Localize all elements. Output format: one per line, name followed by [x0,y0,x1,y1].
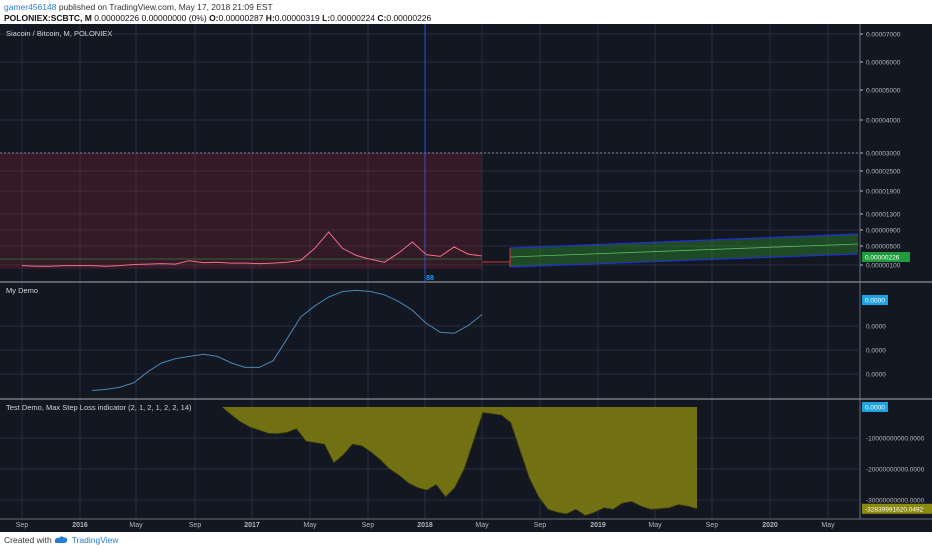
x-tick-label: Sep [706,522,719,529]
pane-title: Siacoin / Bitcoin, M, POLONIEX [6,29,112,38]
y-tick-label: 0.0000 [866,348,886,355]
close-label: C: [375,13,387,23]
y-tick-label: 0.00006000 [866,60,901,67]
pane-title: Test Demo, Max Step Loss indicator (2, 1… [6,403,192,412]
close-value: 0.00000226 [386,13,432,23]
x-tick-label: 2018 [417,522,433,529]
y-tick-label: 0.00000900 [866,228,901,235]
y-tick-label: 0.00000500 [866,244,901,251]
y-tick-label: 0.00001900 [866,189,901,196]
y-tick-label: 0.00002500 [866,169,901,176]
red-zone [0,153,482,269]
x-tick-label: Sep [362,522,375,529]
y-tick-label: 0.00001300 [866,212,901,219]
x-tick-label: May [648,522,662,529]
y-tick-label: 0.00000100 [866,263,901,270]
low-label: L: [319,13,331,23]
chart-canvas[interactable]: Sep 2016 May Sep 2017 May Sep 2018 May Sep 2019 May… [0,24,932,532]
pane-title: My Demo [6,286,38,295]
x-tick-label: 2017 [244,522,260,529]
x-tick-label: May [821,522,835,529]
y-tick-label: 0.0000 [866,324,886,331]
author-link[interactable]: gamer456148 [4,2,56,12]
y-tick-label: 0.00007000 [866,32,901,39]
created-with-text: Created with [4,535,52,545]
current-value-label: -32839991620.0492 [865,506,924,513]
high-label: H: [263,13,275,23]
y-tick-label: 0.00003000 [866,151,901,158]
bar-marker: 88 [426,275,434,282]
x-tick-label: 2016 [72,522,88,529]
published-text: published on TradingView.com, May 17, 20… [56,2,273,12]
x-tick-label: May [303,522,317,529]
x-tick-label: 2019 [590,522,606,529]
open-value: 0.00000287 [218,13,264,23]
x-tick-label: Sep [189,522,202,529]
tradingview-link[interactable]: TradingView [72,535,119,545]
low-value: 0.00000224 [330,13,376,23]
open-label: O: [209,13,219,23]
x-tick-label: 2020 [762,522,778,529]
zero-label: 0.0000 [865,405,885,412]
symbol-label: POLONIEX:SCBTC, M [4,13,92,23]
tradingview-cloud-icon [54,536,68,543]
high-value: 0.00000319 [274,13,320,23]
x-tick-label: May [129,522,143,529]
x-tick-label: Sep [534,522,547,529]
publish-line: gamer456148 published on TradingView.com… [4,2,273,12]
y-tick-label: 0.00005000 [866,88,901,95]
x-tick-label: Sep [16,522,29,529]
zero-label: 0.0000 [865,298,885,305]
y-tick-label: -10000000000.0000 [866,436,925,443]
x-tick-label: May [475,522,489,529]
y-tick-label: -20000000000.0000 [866,467,925,474]
quote-text: 0.00000226 0.00000000 (0%) [91,13,210,23]
quote-line: POLONIEX:SCBTC, M 0.00000226 0.00000000 … [4,13,431,23]
y-tick-label: 0.0000 [866,372,886,379]
y-tick-label: 0.00004000 [866,118,901,125]
last-price-label: 0.00000226 [865,255,900,262]
y-tick-label: -30000000000.0000 [866,498,925,505]
